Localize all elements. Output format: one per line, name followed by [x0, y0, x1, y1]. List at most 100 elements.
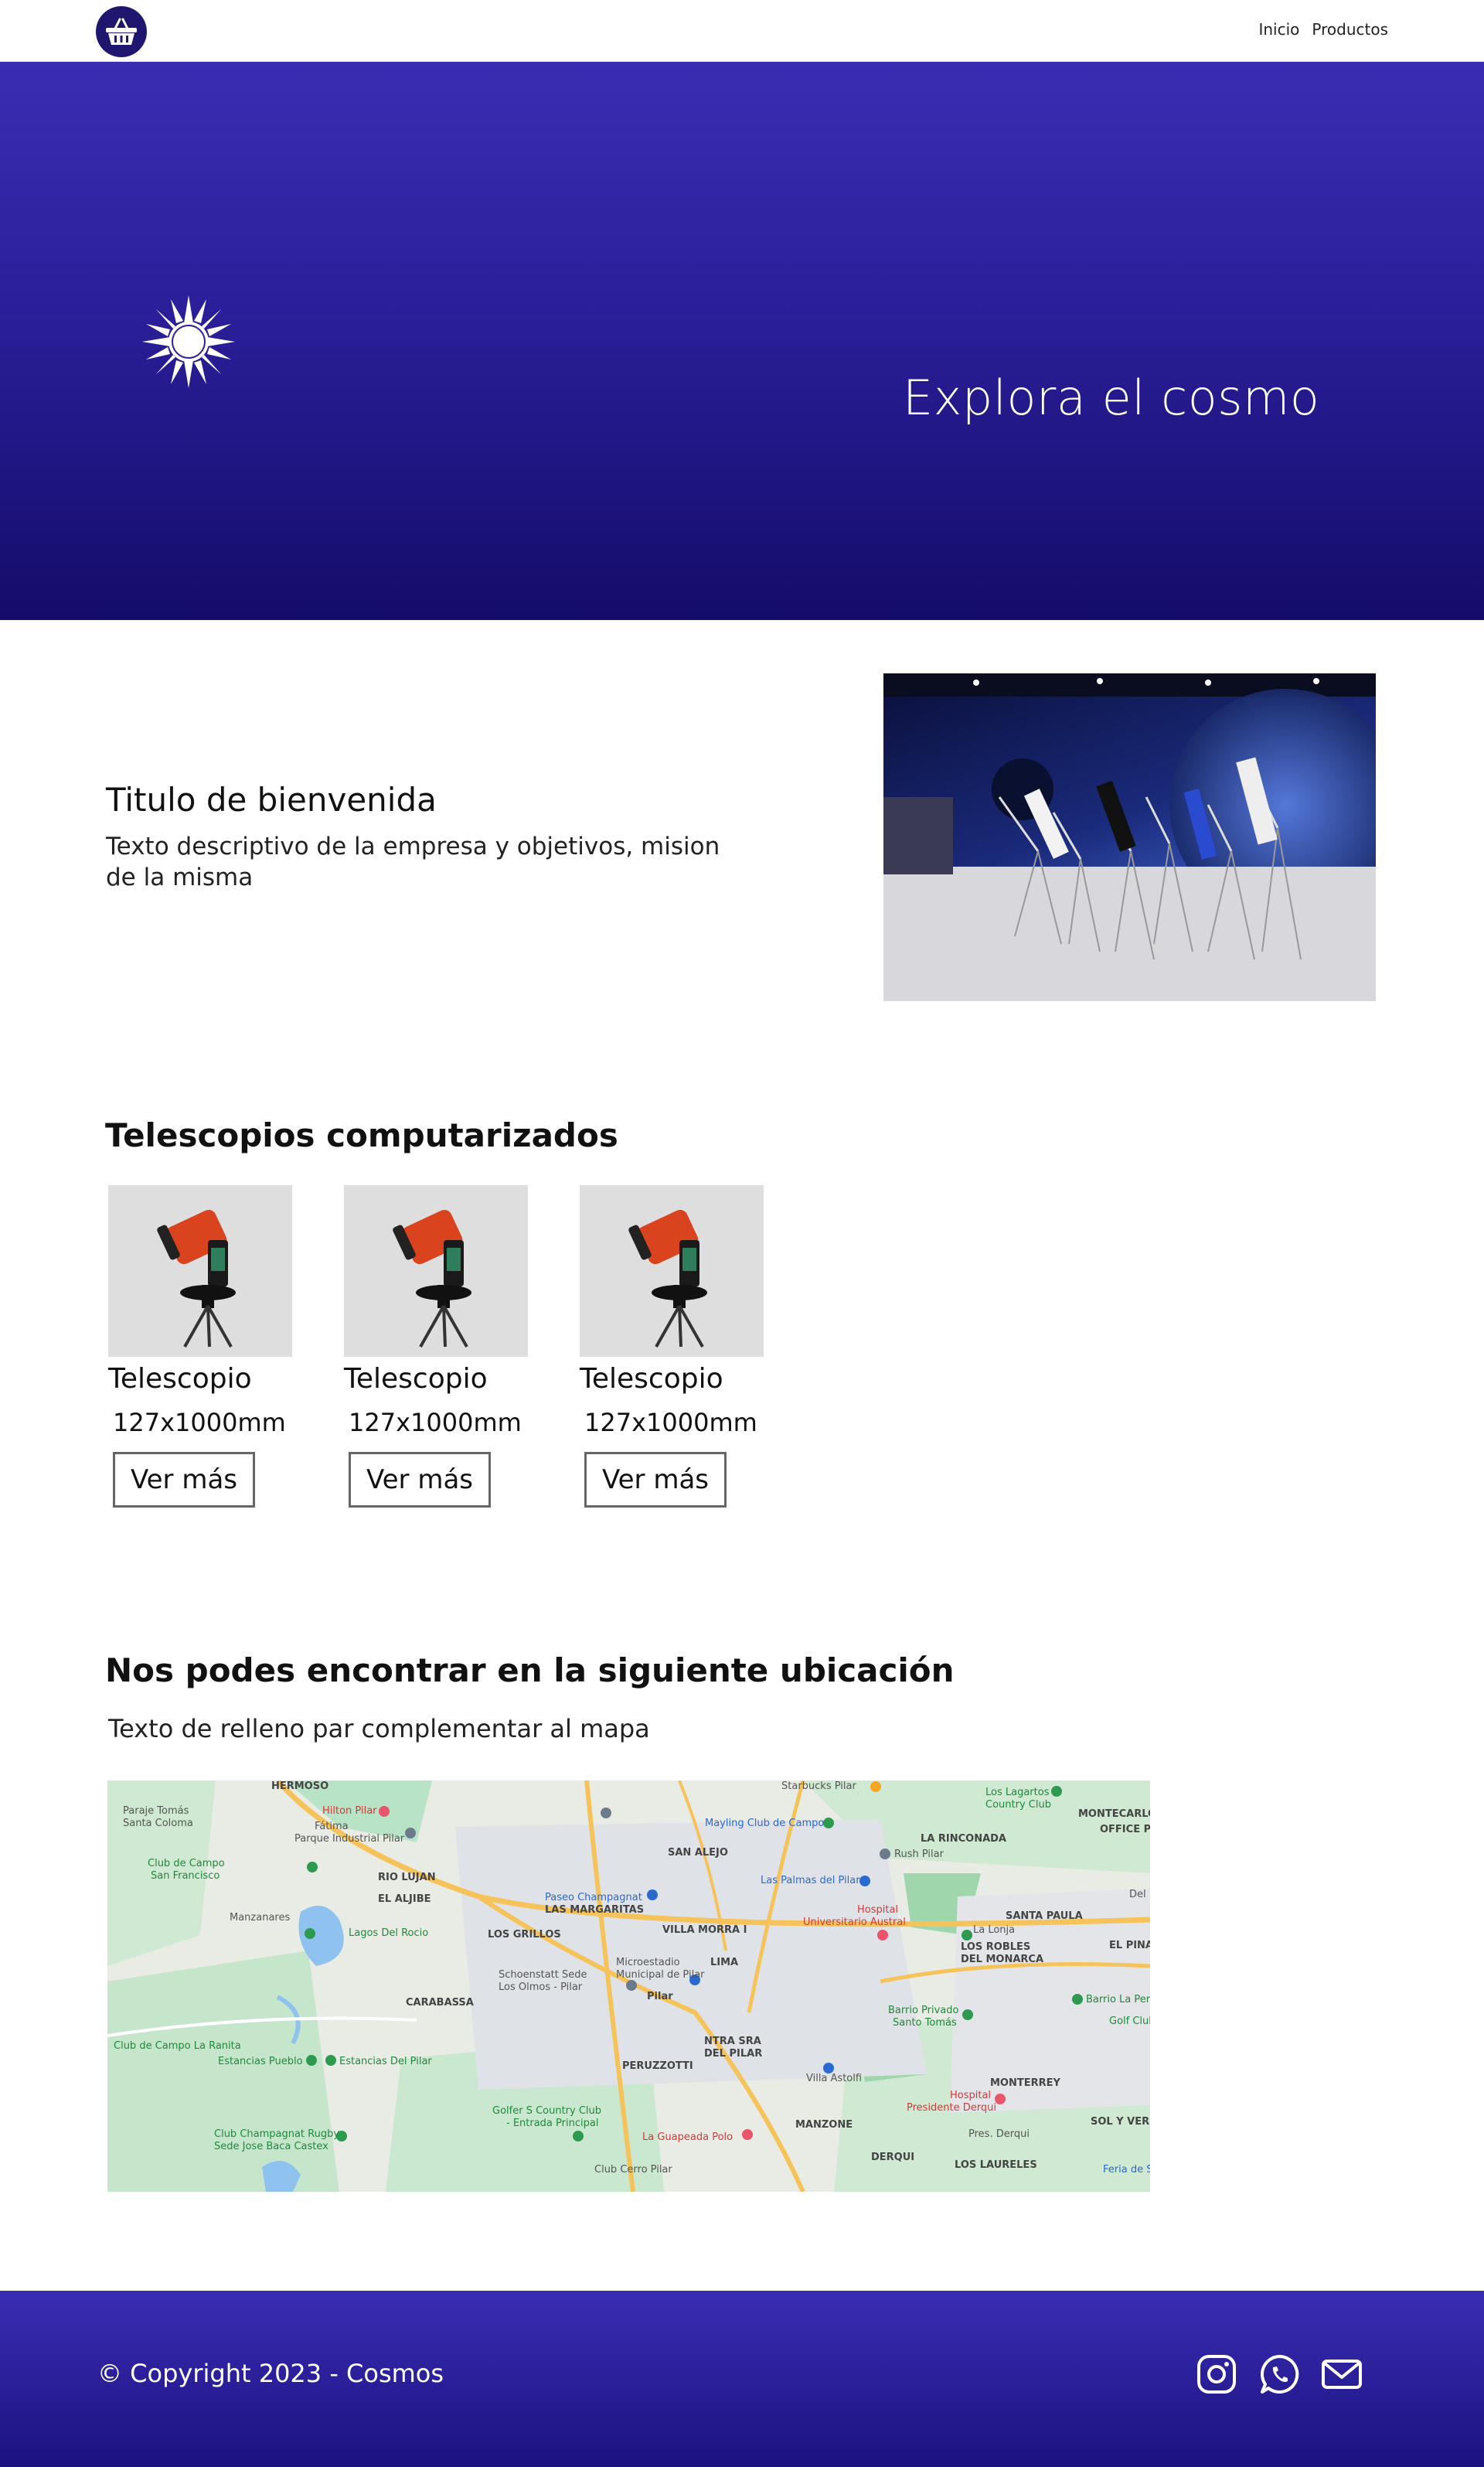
map-label: Barrio La Pera: [1086, 1994, 1150, 2005]
map-label: LA RINCONADA: [921, 1833, 1006, 1845]
map-label: Hospital: [857, 1904, 899, 1916]
map-label: MONTECARLO: [1078, 1808, 1150, 1820]
product-name: Telescopio: [344, 1363, 488, 1395]
map-label: NTRA SRA: [704, 2036, 761, 2047]
map-label: SOL Y VERD: [1091, 2116, 1150, 2128]
map-label: DEL MONARCA: [961, 1954, 1044, 1965]
map-label: Club de Campo: [148, 1858, 225, 1869]
whatsapp-icon[interactable]: [1258, 2353, 1302, 2396]
products-title: Telescopios computarizados: [105, 1116, 618, 1154]
map-label: LOS ROBLES: [961, 1941, 1031, 1953]
map-label: Fátima: [315, 1821, 349, 1832]
map-label: OFFICE PA: [1100, 1824, 1150, 1835]
product-image: [108, 1185, 292, 1357]
product-image: [344, 1185, 528, 1357]
mail-icon[interactable]: [1320, 2353, 1363, 2396]
map-label: Club de Campo La Ranita: [114, 2040, 241, 2052]
nav-link-productos[interactable]: Productos: [1312, 20, 1388, 39]
map-label: LAS MARGARITAS: [545, 1904, 645, 1916]
welcome-text: Texto descriptivo de la empresa y objeti…: [106, 833, 720, 891]
welcome-title: Titulo de bienvenida: [106, 781, 437, 819]
map-label: Golfer S Country Club: [492, 2105, 602, 2117]
map-label: Sede Jose Baca Castex: [214, 2141, 328, 2152]
map-label: Estancias Del Pilar: [339, 2056, 432, 2067]
map-label: Universitario Austral: [803, 1917, 906, 1928]
map-label: Feria de S: [1103, 2164, 1150, 2176]
instagram-icon[interactable]: [1195, 2353, 1238, 2396]
map-label: CARABASSA: [406, 1997, 474, 2009]
telescope-icon: [157, 1209, 236, 1348]
ver-mas-button[interactable]: Ver más: [584, 1452, 727, 1508]
footer: © Copyright 2023 - Cosmos: [0, 2291, 1484, 2467]
location-text: Texto de relleno par complementar al map…: [108, 1714, 650, 1743]
ver-mas-button[interactable]: Ver más: [349, 1452, 491, 1508]
map-label: EL PINA: [1109, 1940, 1150, 1951]
map-label: Villa Astolfi: [806, 2073, 863, 2084]
map-label: PERUZZOTTI: [622, 2060, 693, 2072]
copyright-text: © Copyright 2023 - Cosmos: [97, 2359, 444, 2388]
product-name: Telescopio: [108, 1363, 252, 1395]
map-label: Mayling Club de Campo: [705, 1818, 825, 1829]
hero-title: Explora el cosmo: [903, 370, 1320, 426]
map-label: RIO LUJAN: [378, 1872, 436, 1883]
logo[interactable]: [96, 6, 147, 57]
ver-mas-button[interactable]: Ver más: [113, 1452, 255, 1508]
map-label: LIMA: [710, 1957, 739, 1968]
location-map[interactable]: HERMOSO Paraje Tomás Santa Coloma Hilton…: [107, 1780, 1150, 2192]
map-label: Municipal de Pilar: [616, 1969, 705, 1981]
map-label: Barrio Privado: [888, 2005, 959, 2016]
navbar: Inicio Productos: [0, 0, 1484, 62]
map-label: Hilton Pilar: [322, 1805, 377, 1817]
product-card: Telescopio 127x1000mm Ver más: [108, 1185, 294, 1508]
map-label: Paseo Champagnat: [545, 1892, 642, 1903]
nav-link-inicio[interactable]: Inicio: [1258, 20, 1299, 39]
map-label: Santo Tomás: [893, 2017, 957, 2029]
product-card: Telescopio 127x1000mm Ver más: [344, 1185, 529, 1508]
map-label: Golf Club: [1109, 2016, 1150, 2027]
map-label: DEL PILAR: [704, 2048, 763, 2060]
map-label: HERMOSO: [271, 1780, 329, 1792]
map-label: Las Palmas del Pilar: [761, 1875, 860, 1886]
map-label: Hospital: [950, 2090, 992, 2101]
product-image: [580, 1185, 764, 1357]
hero-banner: Explora el cosmo: [0, 62, 1484, 620]
telescope-store-photo: [883, 673, 1376, 1001]
map-label: Del: [1129, 1889, 1146, 1900]
map-label: Manzanares: [230, 1912, 291, 1924]
map-label: San Francisco: [151, 1870, 220, 1882]
product-size: 127x1000mm: [584, 1408, 757, 1437]
map-label: DERQUI: [871, 2152, 915, 2163]
map-label: Pres. Derqui: [968, 2128, 1030, 2140]
map-label: La Guapeada Polo: [642, 2131, 733, 2143]
map-label: Pilar: [647, 1991, 673, 2002]
telescope-icon: [393, 1209, 471, 1348]
map-label: Los Lagartos: [985, 1787, 1050, 1798]
map-label: Rush Pilar: [894, 1849, 944, 1860]
map-label: EL ALJIBE: [378, 1893, 431, 1905]
map-label: SANTA PAULA: [1006, 1910, 1083, 1922]
map-label: MANZONE: [795, 2119, 853, 2131]
product-name: Telescopio: [580, 1363, 723, 1395]
nav-links: Inicio Productos: [1258, 20, 1388, 39]
product-card: Telescopio 127x1000mm Ver más: [580, 1185, 765, 1508]
telescope-icon: [628, 1209, 707, 1348]
map-label: Santa Coloma: [123, 1818, 193, 1829]
map-label: Country Club: [985, 1799, 1051, 1811]
map-label: Estancias Pueblo: [218, 2056, 303, 2067]
map-label: MONTERREY: [990, 2077, 1060, 2089]
map-label: La Lonja: [973, 1924, 1016, 1936]
map-label: Microestadio: [616, 1957, 680, 1968]
location-title: Nos podes encontrar en la siguiente ubic…: [105, 1651, 955, 1689]
map-label: Parque Industrial Pilar: [294, 1833, 405, 1845]
map-label: Paraje Tomás: [123, 1805, 189, 1817]
map-label: Club Champagnat Rugby: [214, 2128, 340, 2140]
map-label: LOS GRILLOS: [488, 1929, 561, 1941]
map-label: Starbucks Pilar: [781, 1780, 856, 1792]
map-label: Los Olmos - Pilar: [499, 1981, 583, 1993]
map-label: VILLA MORRA I: [662, 1924, 747, 1936]
product-size: 127x1000mm: [349, 1408, 522, 1437]
product-size: 127x1000mm: [113, 1408, 286, 1437]
map-label: LOS LAURELES: [955, 2159, 1037, 2171]
map-label: SAN ALEJO: [668, 1847, 728, 1859]
map-label: Schoenstatt Sede: [499, 1969, 587, 1981]
